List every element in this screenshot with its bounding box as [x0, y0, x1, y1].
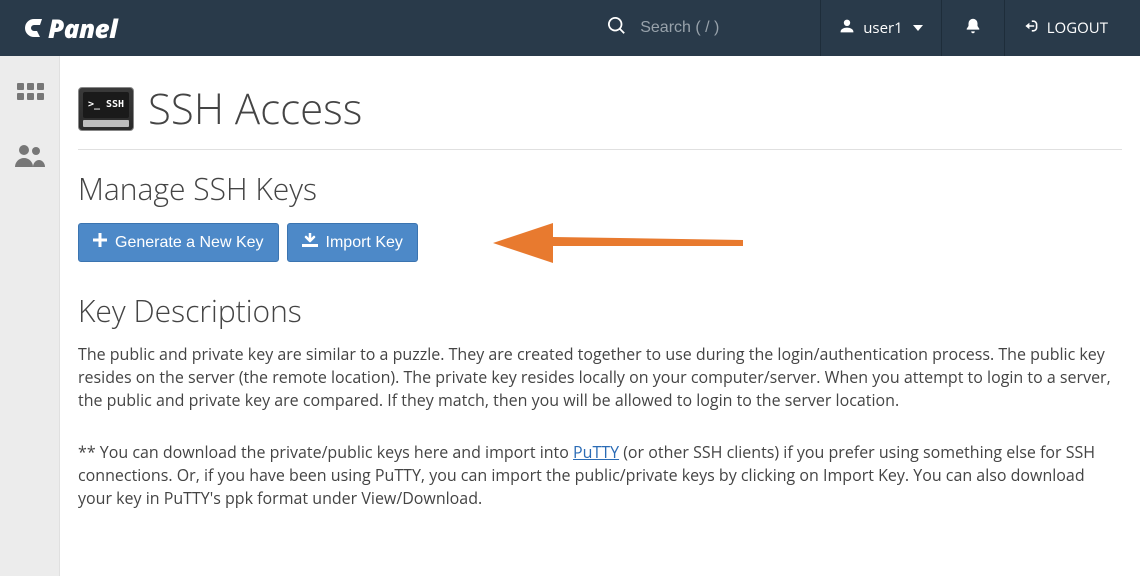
- annotation-arrow: [493, 219, 743, 272]
- logout-label: LOGOUT: [1047, 18, 1108, 38]
- ssh-key-buttons: Generate a New Key Import Key: [78, 223, 1122, 262]
- generate-new-key-button[interactable]: Generate a New Key: [78, 223, 279, 262]
- page-header: >_ SSH SSH Access: [78, 80, 1122, 150]
- top-navbar: Panel user1 LOGOUT: [0, 0, 1140, 56]
- cpanel-logo[interactable]: Panel: [20, 10, 117, 46]
- download-note-prefix: ** You can download the private/public k…: [78, 441, 573, 463]
- generate-button-label: Generate a New Key: [115, 234, 264, 252]
- user-menu[interactable]: user1: [821, 0, 940, 56]
- logout-button[interactable]: LOGOUT: [1005, 0, 1124, 56]
- apps-grid-icon[interactable]: [15, 80, 45, 115]
- key-descriptions-title: Key Descriptions: [78, 290, 1122, 331]
- plus-icon: [93, 233, 107, 252]
- cpanel-logo-text: Panel: [48, 10, 117, 46]
- search-icon: [608, 17, 626, 40]
- key-descriptions-body: The public and private key are similar t…: [78, 343, 1122, 413]
- ssh-badge-text: >_ SSH: [83, 92, 129, 118]
- page-title: SSH Access: [148, 80, 362, 137]
- import-button-label: Import Key: [326, 234, 403, 252]
- left-rail: [0, 56, 60, 576]
- import-key-button[interactable]: Import Key: [287, 223, 418, 262]
- search-input[interactable]: [640, 19, 800, 37]
- putty-link[interactable]: PuTTY: [573, 441, 619, 463]
- main-content: >_ SSH SSH Access Manage SSH Keys Genera…: [60, 56, 1140, 576]
- manage-ssh-keys-title: Manage SSH Keys: [78, 168, 1122, 209]
- ssh-access-icon: >_ SSH: [78, 87, 134, 131]
- users-icon[interactable]: [13, 143, 47, 174]
- cpanel-logo-icon: [20, 13, 50, 43]
- user-label: user1: [863, 18, 902, 38]
- user-icon: [839, 18, 855, 39]
- navbar-search[interactable]: [608, 17, 800, 40]
- import-icon: [302, 233, 318, 252]
- bell-icon: [964, 17, 982, 40]
- putty-download-note: ** You can download the private/public k…: [78, 441, 1122, 511]
- caret-down-icon: [913, 18, 923, 38]
- logout-icon: [1023, 18, 1039, 39]
- notifications-button[interactable]: [942, 0, 1004, 56]
